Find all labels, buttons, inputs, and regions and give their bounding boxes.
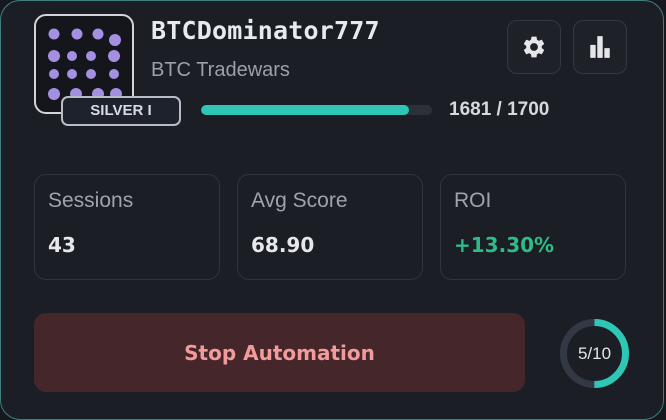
- username: BTCDominator777: [151, 16, 380, 45]
- stat-label: Sessions: [48, 189, 134, 212]
- xp-progress-text: 1681 / 1700: [449, 99, 550, 120]
- xp-progress-fill: [201, 105, 409, 115]
- stat-card-roi: ROI +13.30%: [440, 174, 626, 280]
- rank-badge: SILVER I: [61, 96, 181, 126]
- progress-ring-label: 5/10: [577, 344, 612, 363]
- stat-value: 68.90: [251, 233, 315, 257]
- stat-card-avg-score: Avg Score 68.90: [237, 174, 423, 280]
- bar-chart-icon: [590, 36, 610, 58]
- game-name: BTC Tradewars: [151, 59, 290, 81]
- stats-button[interactable]: [573, 20, 627, 74]
- gear-icon: [523, 36, 545, 58]
- stop-automation-button[interactable]: Stop Automation: [34, 313, 525, 392]
- stat-value: +13.30%: [454, 233, 555, 257]
- session-progress-ring: 5/10: [559, 318, 630, 389]
- stat-label: Avg Score: [251, 189, 348, 212]
- stat-card-sessions: Sessions 43: [34, 174, 220, 280]
- player-card: SILVER I BTCDominator777 BTC Tradewars 1…: [0, 0, 664, 420]
- xp-progress-bar: [201, 105, 432, 115]
- stat-label: ROI: [454, 189, 492, 212]
- stat-value: 43: [48, 233, 76, 257]
- settings-button[interactable]: [507, 20, 561, 74]
